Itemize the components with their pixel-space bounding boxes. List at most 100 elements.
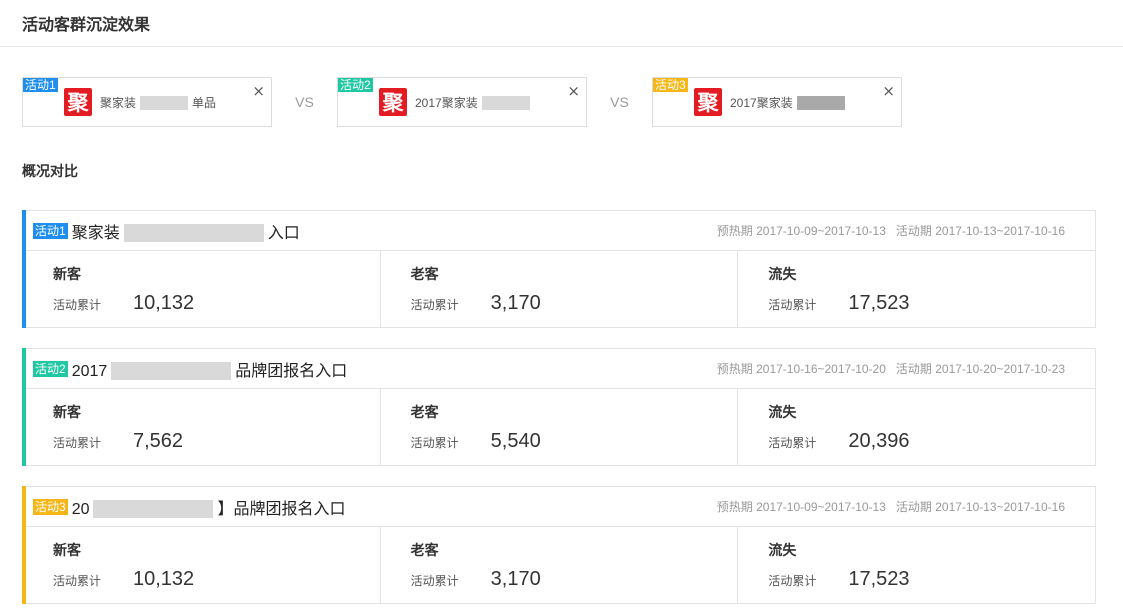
activity-card-2[interactable]: 活动2 聚 2017聚家装 ×	[337, 77, 587, 127]
metric-label: 活动累计	[410, 574, 459, 588]
redacted-text	[93, 500, 214, 519]
metric-value: 3,170	[490, 568, 541, 590]
metric-label: 活动累计	[53, 436, 102, 450]
metric-lost-customers: 流失 活动累计 17,523	[737, 251, 1095, 328]
activity-dates: 预热期 2017-10-16~2017-10-20 活动期 2017-10-20~…	[717, 360, 1065, 377]
summary-card-1: 活动1 聚家装 入口 预热期 2017-10-09~2017-10-13 活动期 2…	[22, 210, 1096, 328]
metric-label: 活动累计	[410, 298, 459, 312]
metric-label: 活动累计	[768, 298, 817, 312]
activity-name-prefix: 聚家装	[100, 95, 137, 110]
active-period: 活动期 2017-10-20~2017-10-23	[895, 362, 1065, 376]
metric-label: 活动累计	[768, 574, 817, 588]
metric-title: 流失	[768, 266, 797, 282]
preheat-period: 预热期 2017-10-09~2017-10-13	[716, 500, 886, 514]
activity-dates: 预热期 2017-10-09~2017-10-13 活动期 2017-10-13~…	[717, 222, 1065, 239]
metric-value: 17,523	[848, 292, 910, 314]
metric-label: 活动累计	[410, 436, 459, 450]
summary-metrics: 新客 活动累计 7,562 老客 活动累计 5,540 流失 活动累计 20,396	[23, 389, 1095, 466]
metric-label: 活动累计	[53, 298, 102, 312]
page-header: 活动客群沉淀效果	[0, 0, 1123, 47]
section-title: 概况对比	[22, 163, 78, 179]
activity-tag: 活动1	[33, 222, 68, 239]
preheat-period: 预热期 2017-10-16~2017-10-20	[716, 362, 886, 376]
metric-label: 活动累计	[768, 436, 817, 450]
activity-name-suffix: 单品	[192, 95, 217, 110]
summary-header: 活动2 2017 品牌团报名入口 预热期 2017-10-16~2017-10-2…	[23, 349, 1095, 389]
activity-tag: 活动2	[33, 360, 68, 377]
close-icon[interactable]: ×	[252, 82, 265, 100]
metric-value: 7,562	[133, 430, 184, 452]
activity-title: 聚家装 入口	[72, 219, 300, 243]
redacted-text	[796, 96, 845, 111]
metric-returning-customers: 老客 活动累计 5,540	[379, 389, 738, 466]
metric-title: 流失	[768, 404, 797, 420]
redacted-text	[123, 224, 264, 243]
metric-new-customers: 新客 活动累计 10,132	[23, 251, 380, 328]
page-title: 活动客群沉淀效果	[22, 17, 151, 34]
metric-value: 17,523	[848, 568, 910, 590]
activity-compare-row: 活动1 聚 聚家装 单品 × VS 活动2 聚 2017聚家装 × VS 活动3 …	[22, 77, 902, 127]
activity-name: 2017聚家装	[730, 94, 849, 111]
activity-name: 聚家装 单品	[100, 94, 216, 111]
metric-value: 3,170	[490, 292, 541, 314]
summary-metrics: 新客 活动累计 10,132 老客 活动累计 3,170 流失 活动累计 17,523	[23, 527, 1095, 604]
summary-metrics: 新客 活动累计 10,132 老客 活动累计 3,170 流失 活动累计 17,523	[23, 251, 1095, 328]
metric-title: 新客	[53, 266, 81, 282]
activity-title-suffix: 入口	[267, 224, 300, 242]
juhuasuan-logo-icon: 聚	[64, 88, 92, 116]
summary-card-2: 活动2 2017 品牌团报名入口 预热期 2017-10-16~2017-10-2…	[22, 348, 1096, 466]
metric-returning-customers: 老客 活动累计 3,170	[379, 251, 738, 328]
activity-title-prefix: 20	[71, 500, 90, 518]
metric-new-customers: 新客 活动累计 7,562	[23, 389, 380, 466]
close-icon[interactable]: ×	[567, 82, 580, 100]
juhuasuan-logo-icon: 聚	[379, 88, 407, 116]
activity-name-prefix: 2017聚家装	[730, 95, 793, 110]
activity-title-suffix: 品牌团报名入口	[235, 362, 348, 380]
vs-label: VS	[295, 94, 314, 110]
metric-value: 10,132	[133, 292, 195, 314]
metric-returning-customers: 老客 活动累计 3,170	[379, 527, 738, 604]
activity-tag: 活动1	[23, 78, 58, 92]
summary-card-3: 活动3 20 】品牌团报名入口 预热期 2017-10-09~2017-10-13…	[22, 486, 1096, 604]
accent-bar	[22, 348, 26, 466]
metric-title: 新客	[53, 542, 81, 558]
activity-name: 2017聚家装	[415, 94, 534, 111]
activity-tag: 活动3	[653, 78, 688, 92]
metric-title: 流失	[768, 542, 797, 558]
activity-title-prefix: 2017	[71, 362, 108, 380]
activity-card-1[interactable]: 活动1 聚 聚家装 单品 ×	[22, 77, 272, 127]
activity-title: 20 】品牌团报名入口	[72, 495, 346, 519]
metric-label: 活动累计	[53, 574, 102, 588]
activity-dates: 预热期 2017-10-09~2017-10-13 活动期 2017-10-13~…	[717, 498, 1065, 515]
metric-value: 5,540	[490, 430, 541, 452]
vs-label: VS	[610, 94, 629, 110]
metric-value: 10,132	[133, 568, 195, 590]
accent-bar	[22, 486, 26, 604]
activity-title-suffix: 】品牌团报名入口	[217, 500, 346, 518]
metric-title: 老客	[410, 266, 439, 282]
metric-title: 新客	[53, 404, 81, 420]
metric-lost-customers: 流失 活动累计 20,396	[737, 389, 1095, 466]
summary-header: 活动3 20 】品牌团报名入口 预热期 2017-10-09~2017-10-13…	[23, 487, 1095, 527]
activity-tag: 活动2	[338, 78, 373, 92]
redacted-text	[481, 96, 530, 111]
metric-new-customers: 新客 活动累计 10,132	[23, 527, 380, 604]
metric-title: 老客	[410, 404, 439, 420]
active-period: 活动期 2017-10-13~2017-10-16	[895, 500, 1065, 514]
accent-bar	[22, 210, 26, 328]
activity-tag: 活动3	[33, 498, 68, 515]
active-period: 活动期 2017-10-13~2017-10-16	[895, 224, 1065, 238]
redacted-text	[111, 362, 232, 381]
close-icon[interactable]: ×	[882, 82, 895, 100]
activity-name-prefix: 2017聚家装	[415, 95, 478, 110]
metric-lost-customers: 流失 活动累计 17,523	[737, 527, 1095, 604]
activity-title: 2017 品牌团报名入口	[71, 357, 348, 381]
metric-value: 20,396	[848, 430, 910, 452]
summary-header: 活动1 聚家装 入口 预热期 2017-10-09~2017-10-13 活动期 2…	[23, 211, 1095, 251]
activity-title-prefix: 聚家装	[71, 224, 120, 242]
activity-card-3[interactable]: 活动3 聚 2017聚家装 ×	[652, 77, 902, 127]
metric-title: 老客	[410, 542, 439, 558]
redacted-text	[140, 96, 189, 111]
juhuasuan-logo-icon: 聚	[694, 88, 722, 116]
preheat-period: 预热期 2017-10-09~2017-10-13	[716, 224, 886, 238]
